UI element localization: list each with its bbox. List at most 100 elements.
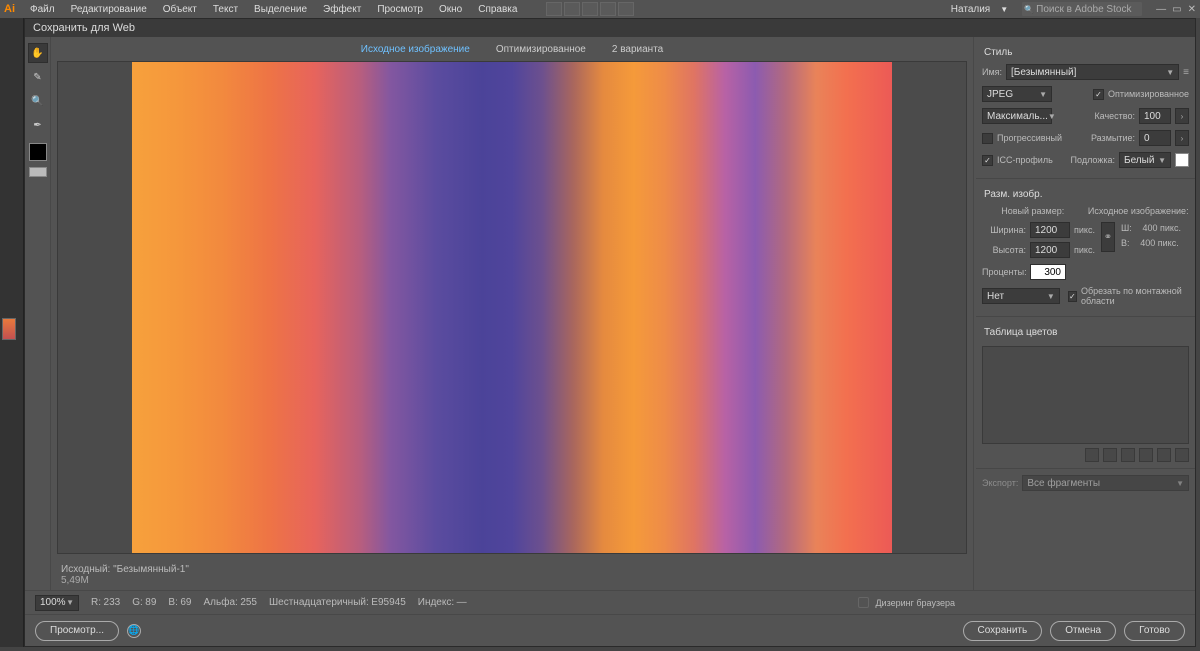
constrain-proportions-icon[interactable]: ⚭: [1101, 222, 1115, 252]
chevron-down-icon: ▼: [1166, 68, 1174, 77]
slice-visibility-icon[interactable]: [29, 167, 47, 177]
canvas-info-filename: Исходный: "Безымянный-1": [61, 564, 963, 575]
matte-select[interactable]: Белый▼: [1119, 152, 1171, 168]
dialog-toolbar: ✋ ✎ 🔍 ✒: [25, 37, 51, 590]
preset-menu-icon[interactable]: ≡: [1183, 67, 1189, 78]
px-unit: пикс.: [1074, 245, 1095, 255]
src-width-label: Ш:: [1121, 223, 1132, 233]
width-input[interactable]: 1200: [1030, 222, 1070, 238]
clip-artboard-label: Обрезать по монтажной области: [1081, 286, 1189, 306]
src-width-value: 400 пикс.: [1142, 223, 1180, 233]
source-image-label: Исходное изображение:: [1088, 206, 1190, 216]
chevron-down-icon: ▼: [1048, 112, 1056, 121]
menu-text[interactable]: Текст: [206, 4, 245, 15]
browser-dither-checkbox: [858, 597, 869, 608]
tab-optimized[interactable]: Оптимизированное: [490, 42, 592, 57]
save-button[interactable]: Сохранить: [963, 621, 1043, 641]
icc-profile-checkbox[interactable]: ✓: [982, 155, 993, 166]
chevron-down-icon: ▼: [1158, 156, 1166, 165]
progressive-checkbox[interactable]: [982, 133, 993, 144]
progressive-label: Прогрессивный: [997, 133, 1062, 143]
menubar-toolbar-icons: [546, 2, 634, 16]
blur-label: Размытие:: [1091, 133, 1135, 143]
hand-tool-icon[interactable]: ✋: [28, 43, 48, 63]
status-b: B: 69: [168, 597, 191, 608]
matte-label: Подложка:: [1071, 155, 1115, 165]
optimized-label: Оптимизированное: [1108, 89, 1189, 99]
ct-btn[interactable]: [1121, 448, 1135, 462]
menu-file[interactable]: Файл: [23, 4, 62, 15]
done-button[interactable]: Готово: [1124, 621, 1185, 641]
export-label: Экспорт:: [982, 478, 1018, 488]
height-label: Высота:: [982, 245, 1026, 255]
window-close-icon[interactable]: ✕: [1188, 4, 1196, 15]
menu-help[interactable]: Справка: [471, 4, 524, 15]
save-for-web-dialog: Сохранить для Web ✋ ✎ 🔍 ✒ Исходное изобр…: [24, 18, 1196, 647]
menu-view[interactable]: Просмотр: [370, 4, 430, 15]
zoom-tool-icon[interactable]: 🔍: [28, 91, 48, 111]
preview-button[interactable]: Просмотр...: [35, 621, 119, 641]
percent-input[interactable]: 300: [1030, 264, 1066, 280]
ct-btn[interactable]: [1103, 448, 1117, 462]
ct-btn[interactable]: [1085, 448, 1099, 462]
eyedropper-tool-icon[interactable]: ✒: [28, 115, 48, 135]
quality-preset-select[interactable]: Максималь...▼: [982, 108, 1052, 124]
zoom-select[interactable]: 100%▼: [35, 595, 79, 611]
menu-object[interactable]: Объект: [156, 4, 204, 15]
export-select: Все фрагменты▼: [1022, 475, 1189, 491]
menu-edit[interactable]: Редактирование: [64, 4, 154, 15]
toolbar-icon[interactable]: [600, 2, 616, 16]
color-table-buttons: [982, 448, 1189, 462]
user-chevron-down-icon[interactable]: ▼: [1000, 5, 1008, 14]
cancel-button[interactable]: Отмена: [1050, 621, 1116, 641]
tab-original[interactable]: Исходное изображение: [355, 42, 476, 57]
canvas-viewport[interactable]: [57, 61, 967, 554]
toolbar-icon[interactable]: [618, 2, 634, 16]
preset-heading: Стиль: [984, 47, 1189, 58]
adobe-stock-search-input[interactable]: Поиск в Adobe Stock: [1022, 2, 1142, 16]
dialog-title: Сохранить для Web: [25, 19, 1195, 37]
toolbar-icon[interactable]: [546, 2, 562, 16]
height-input[interactable]: 1200: [1030, 242, 1070, 258]
slice-tool-icon[interactable]: ✎: [28, 67, 48, 87]
preset-name-select[interactable]: [Безымянный]▼: [1006, 64, 1179, 80]
src-height-label: В:: [1121, 238, 1130, 248]
color-table-heading: Таблица цветов: [984, 327, 1189, 338]
optimized-checkbox[interactable]: ✓: [1093, 89, 1104, 100]
matte-color-swatch[interactable]: [1175, 153, 1189, 167]
app-logo-icon: Ai: [4, 3, 15, 15]
user-name[interactable]: Наталия: [951, 4, 990, 15]
color-table: [982, 346, 1189, 444]
chevron-down-icon: ▼: [1176, 479, 1184, 488]
status-g: G: 89: [132, 597, 156, 608]
quality-label: Качество:: [1094, 111, 1135, 121]
ct-btn[interactable]: [1157, 448, 1171, 462]
interpolation-select[interactable]: Нет▼: [982, 288, 1060, 304]
width-label: Ширина:: [982, 225, 1026, 235]
window-minimize-icon[interactable]: —: [1156, 4, 1166, 15]
preview-pane: Исходное изображение Оптимизированное 2 …: [51, 37, 973, 590]
menu-window[interactable]: Окно: [432, 4, 469, 15]
menu-effect[interactable]: Эффект: [316, 4, 368, 15]
px-unit: пикс.: [1074, 225, 1095, 235]
toolbar-icon[interactable]: [582, 2, 598, 16]
clip-artboard-checkbox[interactable]: ✓: [1068, 291, 1077, 302]
preview-in-browser-icon[interactable]: 🌐: [127, 624, 141, 638]
blur-stepper[interactable]: ›: [1175, 130, 1189, 146]
image-size-heading: Разм. изобр.: [984, 189, 1189, 200]
format-select[interactable]: JPEG▼: [982, 86, 1052, 102]
new-size-label: Новый размер:: [982, 206, 1084, 216]
tab-2up[interactable]: 2 варианта: [606, 42, 669, 57]
canvas-image: [132, 62, 892, 554]
status-r: R: 233: [91, 597, 120, 608]
window-restore-icon[interactable]: ▭: [1172, 4, 1181, 15]
status-hex: Шестнадцатеричный: E95945: [269, 597, 406, 608]
ct-btn[interactable]: [1139, 448, 1153, 462]
menu-select[interactable]: Выделение: [247, 4, 314, 15]
quality-input[interactable]: 100: [1139, 108, 1171, 124]
eyedropper-color-swatch: [29, 143, 47, 161]
toolbar-icon[interactable]: [564, 2, 580, 16]
ct-trash-icon[interactable]: [1175, 448, 1189, 462]
blur-input[interactable]: 0: [1139, 130, 1171, 146]
quality-stepper[interactable]: ›: [1175, 108, 1189, 124]
